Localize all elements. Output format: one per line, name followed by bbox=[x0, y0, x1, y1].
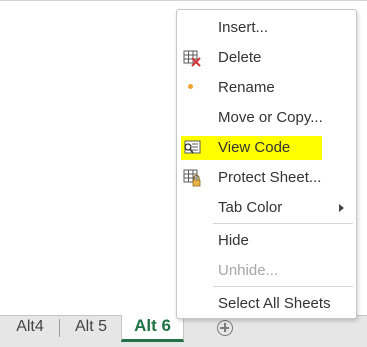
menu-item-label: Insert... bbox=[218, 19, 269, 36]
menu-item-label: Tab Color bbox=[218, 199, 283, 216]
menu-item-select-all-sheets[interactable]: Select All Sheets bbox=[181, 292, 352, 316]
menu-item-unhide: Unhide... bbox=[181, 259, 352, 283]
sheet-tab-alt4[interactable]: Alt4 bbox=[6, 316, 54, 341]
menu-item-label: Move or Copy... bbox=[218, 109, 323, 126]
tab-separator bbox=[59, 319, 60, 337]
new-sheet-plus-icon[interactable] bbox=[217, 320, 233, 336]
sheet-tab-alt6-active[interactable]: Alt 6 bbox=[121, 315, 184, 342]
menu-separator bbox=[213, 223, 353, 224]
sheet-tab-alt5[interactable]: Alt 5 bbox=[64, 316, 118, 341]
menu-item-label: Protect Sheet... bbox=[218, 169, 322, 186]
menu-item-delete[interactable]: Delete bbox=[181, 46, 352, 70]
menu-item-rename[interactable]: Rename bbox=[181, 76, 352, 100]
sheet-tab-bar: Alt4 Alt 5 Alt 6 bbox=[0, 315, 367, 347]
grid-border bbox=[0, 0, 367, 1]
view-code-icon bbox=[183, 139, 201, 157]
menu-separator bbox=[213, 286, 353, 287]
sheet-tab-context-menu: Insert... Delete Rename Move or Copy... bbox=[176, 9, 357, 319]
menu-item-label: Rename bbox=[218, 79, 275, 96]
menu-item-tab-color[interactable]: Tab Color bbox=[181, 196, 352, 220]
menu-item-insert[interactable]: Insert... bbox=[181, 16, 352, 40]
delete-sheet-icon bbox=[183, 49, 201, 67]
rename-dot-icon bbox=[188, 84, 193, 89]
menu-item-move-or-copy[interactable]: Move or Copy... bbox=[181, 106, 352, 130]
submenu-arrow-icon bbox=[339, 204, 344, 212]
menu-item-label: Hide bbox=[218, 232, 249, 249]
menu-item-protect-sheet[interactable]: Protect Sheet... bbox=[181, 166, 352, 190]
menu-item-label: Select All Sheets bbox=[218, 295, 331, 312]
menu-item-label: Delete bbox=[218, 49, 262, 66]
protect-sheet-icon bbox=[183, 169, 201, 187]
menu-item-label: View Code bbox=[218, 139, 291, 156]
menu-item-label: Unhide... bbox=[218, 262, 279, 279]
menu-item-view-code[interactable]: View Code bbox=[181, 136, 322, 160]
menu-item-hide[interactable]: Hide bbox=[181, 229, 352, 253]
